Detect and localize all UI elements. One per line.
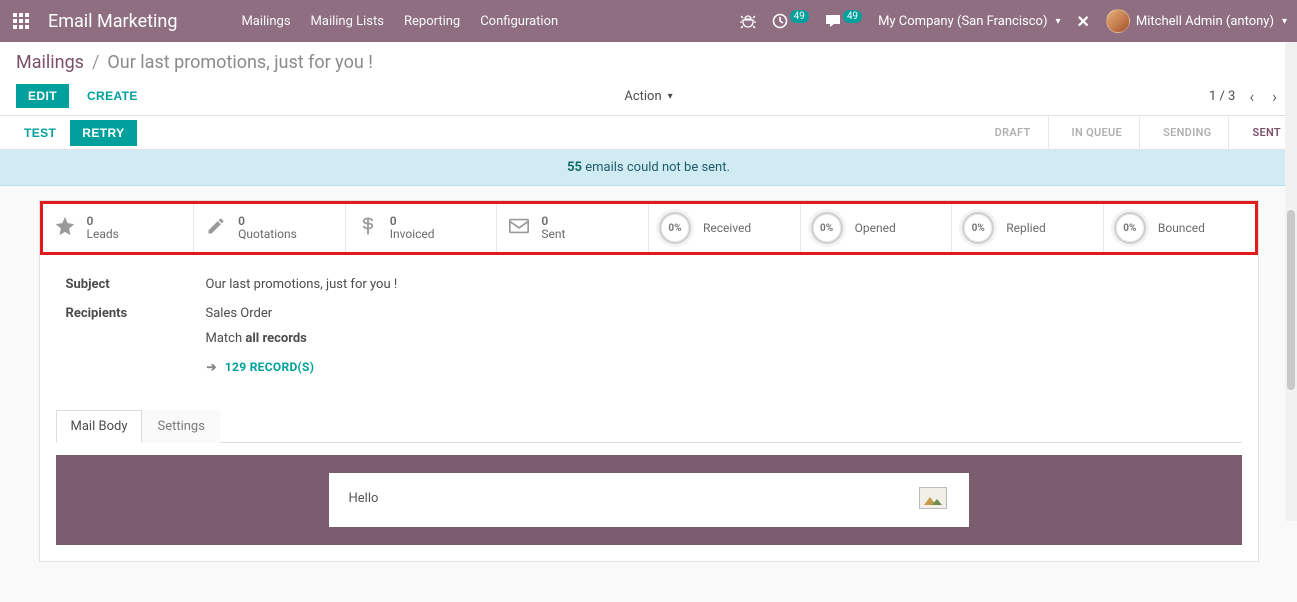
- ring-opened: 0%: [811, 212, 843, 244]
- stage-draft[interactable]: DRAFT: [970, 116, 1047, 149]
- stat-received[interactable]: 0% Received: [649, 204, 801, 252]
- value-subject: Our last promotions, just for you !: [206, 277, 398, 292]
- stat-sent[interactable]: 0 Sent: [497, 204, 649, 252]
- match-bold: all records: [245, 331, 306, 346]
- close-icon[interactable]: ✕: [1077, 12, 1090, 31]
- breadcrumb-current: Our last promotions, just for you !: [107, 52, 372, 73]
- tabs: Mail Body Settings: [56, 409, 1242, 443]
- match-prefix: Match: [206, 331, 246, 346]
- mail-greeting: Hello: [349, 491, 949, 506]
- stat-bounced-label: Bounced: [1158, 221, 1205, 235]
- company-switcher[interactable]: My Company (San Francisco) ▾: [878, 14, 1060, 29]
- caret-down-icon: ▾: [668, 91, 673, 102]
- stat-quotations[interactable]: 0 Quotations: [194, 204, 346, 252]
- ring-bounced: 0%: [1114, 212, 1146, 244]
- star-icon: [53, 215, 77, 242]
- action-dropdown[interactable]: Action ▾: [624, 89, 672, 104]
- stat-opened-label: Opened: [855, 221, 896, 235]
- messages-icon[interactable]: 49: [825, 13, 862, 29]
- scrollbar-thumb[interactable]: [1287, 210, 1295, 390]
- stat-button-row: 0 Leads 0 Quotations 0 Invoi: [40, 201, 1258, 255]
- stat-replied[interactable]: 0% Replied: [952, 204, 1104, 252]
- arrow-right-icon: ➔: [207, 360, 217, 374]
- stat-received-label: Received: [703, 221, 751, 235]
- alert-text: emails could not be sent.: [582, 160, 730, 175]
- activities-icon[interactable]: 49: [772, 13, 809, 29]
- stat-invoiced[interactable]: 0 Invoiced: [346, 204, 498, 252]
- mail-body-area: Hello: [56, 455, 1242, 545]
- records-link[interactable]: ➔ 129 RECORD(S): [207, 360, 315, 374]
- top-navbar: Email Marketing Mailings Mailing Lists R…: [0, 0, 1297, 42]
- company-name: My Company (San Francisco): [878, 14, 1047, 29]
- stat-bounced[interactable]: 0% Bounced: [1104, 204, 1255, 252]
- stat-leads-label: Leads: [87, 228, 119, 241]
- nav-right: 49 49 My Company (San Francisco) ▾ ✕ Mit…: [740, 9, 1287, 33]
- form-sheet: 0 Leads 0 Quotations 0 Invoi: [39, 200, 1259, 562]
- apps-icon[interactable]: [0, 0, 42, 42]
- envelope-icon: [507, 215, 531, 242]
- stat-sent-label: Sent: [541, 228, 565, 241]
- user-menu[interactable]: Mitchell Admin (antony) ▾: [1106, 9, 1287, 33]
- pager: 1 / 3 ‹ ›: [1209, 87, 1281, 106]
- menu-configuration[interactable]: Configuration: [480, 14, 558, 29]
- label-recipients: Recipients: [66, 306, 206, 375]
- pager-prev[interactable]: ‹: [1245, 87, 1258, 106]
- dollar-icon: [356, 215, 380, 242]
- caret-down-icon: ▾: [1282, 16, 1287, 27]
- caret-down-icon: ▾: [1055, 16, 1060, 27]
- records-link-text: 129 RECORD(S): [225, 360, 314, 374]
- stat-replied-label: Replied: [1006, 221, 1045, 235]
- pager-text: 1 / 3: [1209, 89, 1235, 104]
- stat-quotations-label: Quotations: [238, 228, 297, 241]
- pencil-icon: [204, 216, 228, 241]
- alert-banner: 55 emails could not be sent.: [0, 150, 1297, 186]
- image-placeholder-icon: [919, 487, 947, 509]
- app-brand[interactable]: Email Marketing: [42, 11, 191, 32]
- mail-body-preview: Hello: [329, 473, 969, 527]
- form-fields: Subject Our last promotions, just for yo…: [40, 255, 1258, 391]
- breadcrumb-root[interactable]: Mailings: [16, 52, 84, 73]
- user-name: Mitchell Admin (antony): [1136, 14, 1274, 29]
- stages-bar: TEST RETRY DRAFT IN QUEUE SENDING SENT: [0, 116, 1297, 150]
- activities-badge: 49: [790, 10, 809, 23]
- edit-button[interactable]: EDIT: [16, 84, 69, 108]
- ring-replied: 0%: [962, 212, 994, 244]
- breadcrumb: Mailings / Our last promotions, just for…: [16, 52, 1281, 73]
- value-recipients: Sales Order: [206, 306, 315, 321]
- main-menu: Mailings Mailing Lists Reporting Configu…: [241, 14, 558, 29]
- stage-in-queue[interactable]: IN QUEUE: [1047, 116, 1139, 149]
- breadcrumb-separator: /: [92, 52, 99, 73]
- status-stages: DRAFT IN QUEUE SENDING SENT: [970, 116, 1297, 149]
- ring-received: 0%: [659, 212, 691, 244]
- menu-mailing-lists[interactable]: Mailing Lists: [311, 14, 384, 29]
- alert-count: 55: [567, 160, 582, 175]
- control-bar: Mailings / Our last promotions, just for…: [0, 42, 1297, 116]
- content-area: 0 Leads 0 Quotations 0 Invoi: [0, 200, 1297, 602]
- debug-icon[interactable]: [740, 13, 756, 29]
- menu-reporting[interactable]: Reporting: [404, 14, 460, 29]
- stage-sending[interactable]: SENDING: [1138, 116, 1227, 149]
- label-subject: Subject: [66, 277, 206, 292]
- create-button[interactable]: CREATE: [77, 84, 148, 108]
- test-button[interactable]: TEST: [14, 120, 66, 146]
- stat-leads[interactable]: 0 Leads: [43, 204, 195, 252]
- stat-invoiced-label: Invoiced: [390, 228, 435, 241]
- messages-badge: 49: [843, 10, 862, 23]
- action-label: Action: [624, 89, 661, 104]
- avatar: [1106, 9, 1130, 33]
- menu-mailings[interactable]: Mailings: [241, 14, 290, 29]
- tab-settings[interactable]: Settings: [142, 410, 219, 443]
- retry-button[interactable]: RETRY: [70, 120, 136, 146]
- stat-opened[interactable]: 0% Opened: [801, 204, 953, 252]
- pager-next[interactable]: ›: [1268, 87, 1281, 106]
- tab-mail-body[interactable]: Mail Body: [56, 410, 143, 443]
